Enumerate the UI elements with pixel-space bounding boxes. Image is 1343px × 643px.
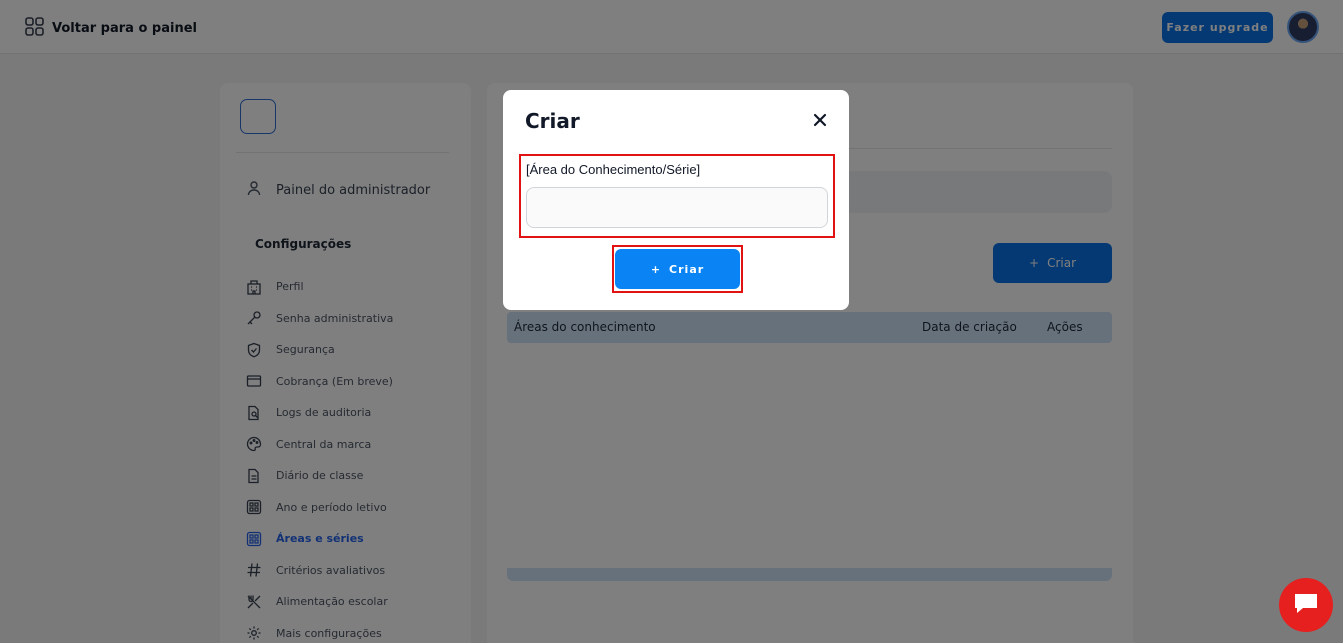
field-label: [Área do Conhecimento/Série] xyxy=(526,162,701,177)
modal-create-label: Criar xyxy=(669,262,705,276)
chat-bubble-icon xyxy=(1293,591,1319,619)
modal-title: Criar xyxy=(525,109,580,133)
area-name-input[interactable] xyxy=(526,187,828,228)
close-icon xyxy=(813,113,827,130)
field-highlight: [Área do Conhecimento/Série] xyxy=(519,154,835,238)
button-highlight: + Criar xyxy=(612,245,743,293)
plus-icon: + xyxy=(650,262,662,276)
modal-create-button[interactable]: + Criar xyxy=(615,249,740,289)
chat-button[interactable] xyxy=(1279,578,1333,632)
close-button[interactable] xyxy=(809,110,831,132)
create-modal: Criar [Área do Conhecimento/Série] + Cri… xyxy=(503,90,849,310)
